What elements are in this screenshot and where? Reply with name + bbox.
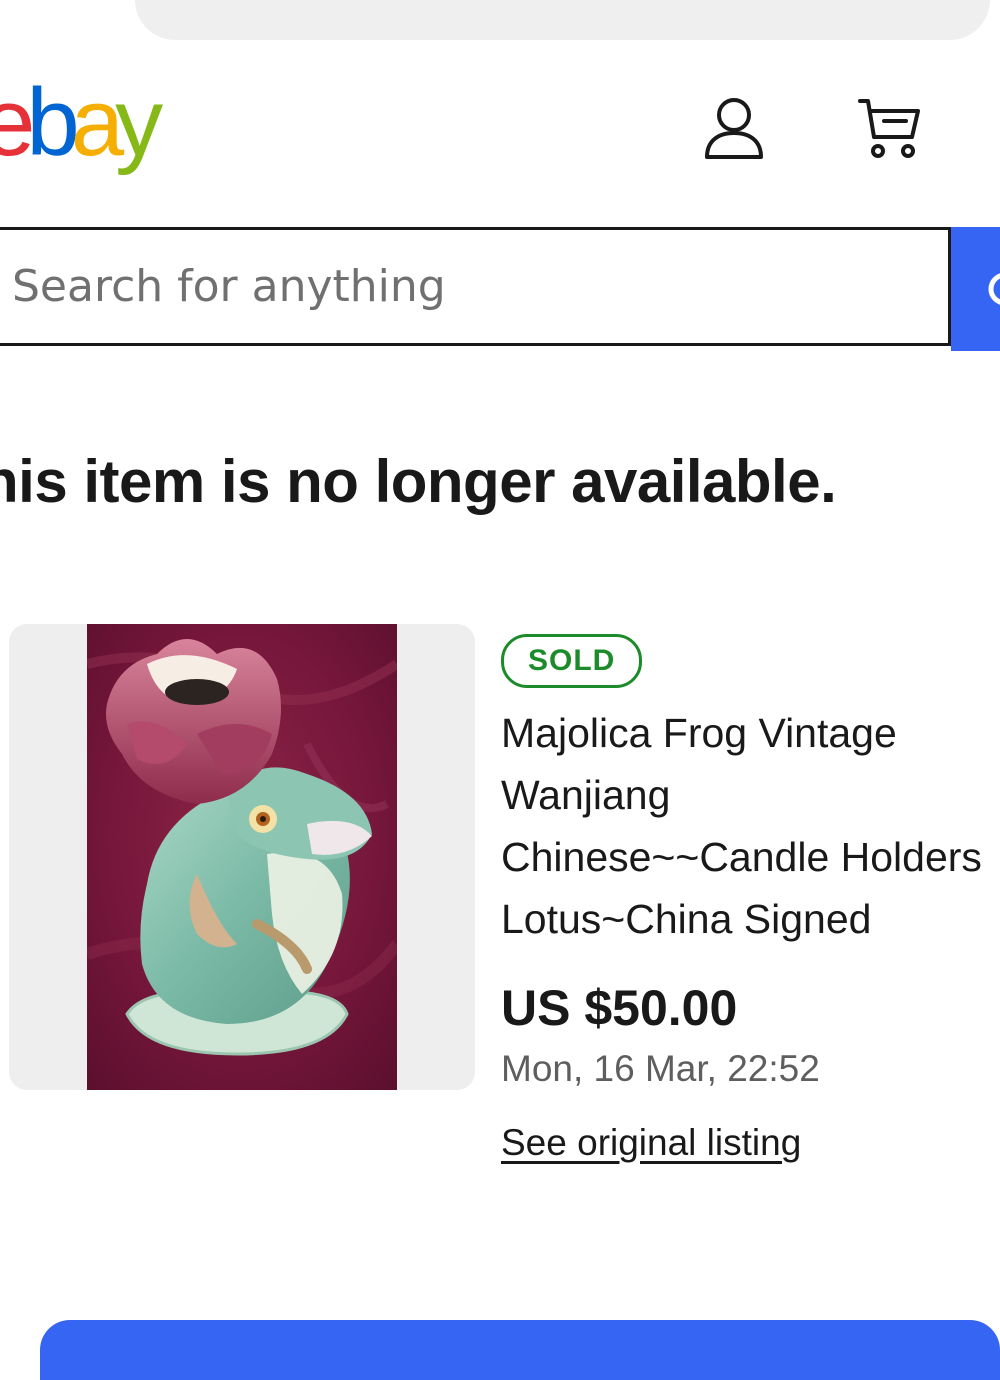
item-price: US $50.00	[501, 980, 738, 1036]
logo-letter-a: a	[70, 69, 124, 176]
item-photo	[87, 624, 397, 1090]
ebay-logo[interactable]: ebay	[0, 68, 163, 178]
item-image-card[interactable]	[9, 624, 475, 1090]
sold-date: Mon, 16 Mar, 22:52	[501, 1048, 820, 1089]
account-icon[interactable]	[698, 92, 770, 164]
search-icon	[988, 273, 1000, 305]
logo-letter-b: b	[26, 69, 79, 176]
item-details: SOLD Majolica Frog Vintage Wanjiang Chin…	[501, 634, 991, 1168]
see-original-listing-link[interactable]: See original listing	[501, 1118, 801, 1168]
search-button[interactable]	[951, 227, 1000, 351]
search-input[interactable]	[12, 230, 912, 343]
bottom-action-button[interactable]	[40, 1320, 1000, 1380]
item-title[interactable]: Majolica Frog Vintage Wanjiang Chinese~~…	[501, 702, 991, 950]
browser-address-bar[interactable]	[135, 0, 990, 40]
sold-badge: SOLD	[501, 634, 643, 688]
cart-icon[interactable]	[853, 92, 925, 164]
logo-letter-y: y	[115, 69, 163, 176]
logo-letter-e: e	[0, 68, 35, 178]
unavailable-notice: his item is no longer available.	[0, 448, 837, 515]
search-box	[0, 227, 951, 346]
